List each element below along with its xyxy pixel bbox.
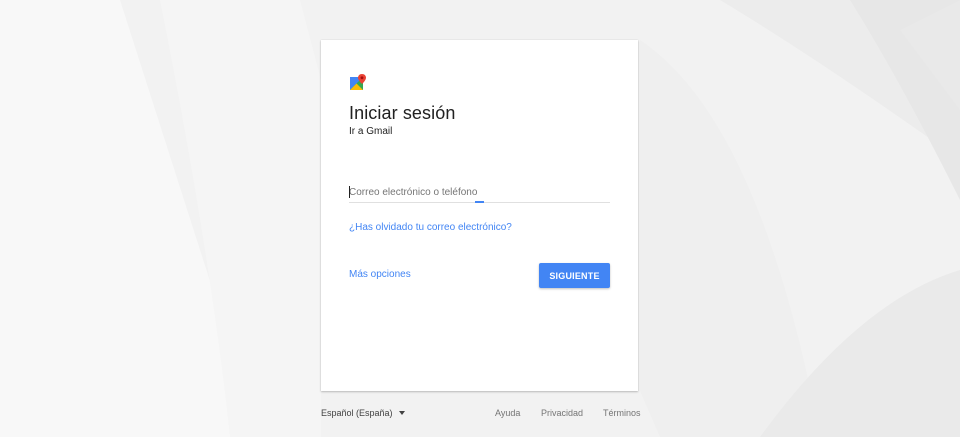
language-label: Español (España) (321, 408, 393, 418)
text-caret (349, 186, 350, 198)
footer-link-privacy[interactable]: Privacidad (541, 408, 583, 418)
page-title: Iniciar sesión (349, 103, 456, 123)
page-subtitle: Ir a Gmail (349, 126, 393, 137)
footer: Español (España) Ayuda Privacidad Términ… (321, 408, 641, 422)
caret-down-icon (398, 410, 405, 415)
footer-link-help[interactable]: Ayuda (495, 408, 520, 418)
language-selector[interactable]: Español (España) (321, 408, 405, 418)
next-button[interactable]: SIGUIENTE (539, 263, 610, 288)
login-page: Iniciar sesión Ir a Gmail ¿Has olvidado … (0, 0, 960, 437)
email-field-focus-bar (475, 201, 484, 203)
email-field[interactable] (349, 183, 610, 201)
google-maps-icon (350, 74, 366, 90)
footer-link-terms[interactable]: Términos (603, 408, 641, 418)
login-card: Iniciar sesión Ir a Gmail ¿Has olvidado … (321, 40, 638, 391)
forgot-email-link[interactable]: ¿Has olvidado tu correo electrónico? (349, 222, 512, 233)
more-options-link[interactable]: Más opciones (349, 269, 411, 280)
email-field-container (349, 183, 610, 203)
